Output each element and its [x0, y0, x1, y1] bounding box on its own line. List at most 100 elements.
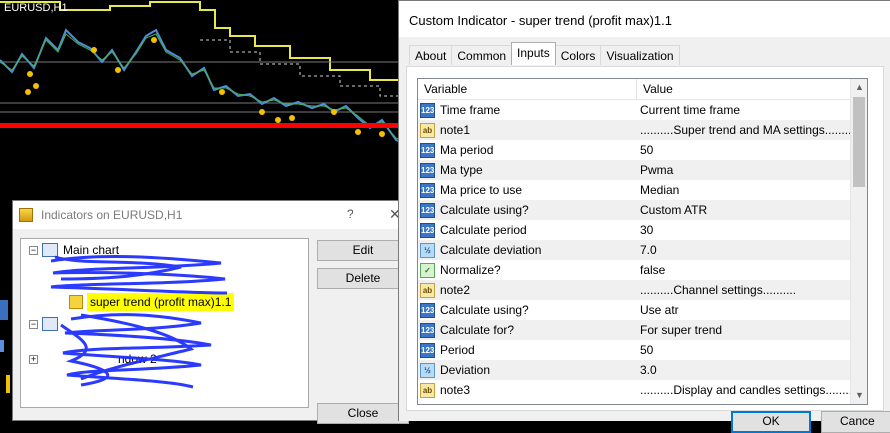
variable-cell: 123 Ma type	[418, 162, 637, 178]
grid-row[interactable]: 123 Ma type Pwma	[418, 160, 867, 180]
value-cell[interactable]: Use atr	[637, 303, 679, 317]
tab-bar: About Common Inputs Colors Visualization	[409, 42, 680, 65]
scroll-down-icon[interactable]: ▼	[851, 387, 867, 404]
variable-name: Normalize?	[440, 263, 501, 277]
tab-common[interactable]: Common	[451, 45, 513, 65]
expand-icon[interactable]: +	[29, 354, 38, 364]
variable-cell: ab note3	[418, 382, 637, 398]
tab-visualization[interactable]: Visualization	[600, 45, 680, 65]
variable-name: Ma price to use	[440, 183, 523, 197]
variable-cell: ½ Calculate deviation	[418, 242, 637, 258]
variable-name: Period	[440, 343, 475, 357]
inputs-grid[interactable]: Variable Value 123 Time frame Current time…	[417, 78, 868, 405]
variable-name: Calculate using?	[440, 303, 529, 317]
value-cell[interactable]: 50	[637, 143, 653, 157]
header-value[interactable]: Value	[637, 79, 673, 99]
grid-row[interactable]: ½ Deviation 3.0	[418, 360, 867, 380]
grid-row[interactable]: 123 Calculate for? For super trend	[418, 320, 867, 340]
inputs-panel: Variable Value 123 Time frame Current time…	[406, 66, 884, 411]
value-cell[interactable]: For super trend	[637, 323, 722, 337]
variable-name: Calculate using?	[440, 203, 529, 217]
vertical-scrollbar[interactable]: ▲ ▼	[850, 79, 867, 404]
grid-row[interactable]: 123 Period 50	[418, 340, 867, 360]
variable-cell: ab note1	[418, 122, 637, 138]
int-icon: 123	[420, 182, 435, 198]
indicators-titlebar[interactable]: Indicators on EURUSD,H1 ? ✕	[13, 201, 406, 229]
int-icon: 123	[420, 302, 435, 318]
string-icon: ab	[420, 122, 435, 138]
value-cell[interactable]: Current time frame	[637, 103, 740, 117]
grid-row[interactable]: 123 Ma period 50	[418, 140, 867, 160]
variable-cell: 123 Ma price to use	[418, 182, 637, 198]
grid-row[interactable]: 123 Calculate using? Use atr	[418, 300, 867, 320]
bool-icon: ✓	[420, 262, 435, 278]
value-cell[interactable]: 7.0	[637, 243, 657, 257]
grid-row[interactable]: ab note1 ..........Super trend and MA sett…	[418, 120, 867, 140]
variable-cell: 123 Calculate using?	[418, 302, 637, 318]
collapse-icon[interactable]: −	[29, 319, 38, 329]
variable-cell: ab note2	[418, 282, 637, 298]
double-icon: ½	[420, 242, 435, 258]
int-icon: 123	[420, 322, 435, 338]
scroll-up-icon[interactable]: ▲	[851, 79, 867, 96]
variable-cell: 123 Calculate period	[418, 222, 637, 238]
variable-cell: 123 Time frame	[418, 102, 637, 118]
chart-symbol-label: EURUSD,H1	[4, 2, 68, 14]
red-level-line[interactable]	[0, 123, 410, 128]
help-button[interactable]: ?	[347, 207, 354, 221]
indicators-dialog: Indicators on EURUSD,H1 ? ✕ − Main chart…	[12, 200, 409, 424]
value-cell[interactable]: 30	[637, 223, 653, 237]
edit-button[interactable]: Edit	[317, 240, 409, 261]
variable-name: note1	[440, 123, 471, 137]
double-icon: ½	[420, 362, 435, 378]
variable-cell: 123 Calculate using?	[418, 202, 637, 218]
variable-name: Calculate deviation	[440, 243, 542, 257]
grid-row[interactable]: 123 Ma price to use Median	[418, 180, 867, 200]
custom-indicator-dialog: Custom Indicator - super trend (profit m…	[398, 0, 890, 433]
grid-row[interactable]: ab note2 ..........Channel settings.......…	[418, 280, 867, 300]
string-icon: ab	[420, 382, 435, 398]
value-cell[interactable]: ..........Channel settings..........	[637, 283, 796, 297]
value-cell[interactable]: ..........Display and candles settings..…	[637, 383, 859, 397]
variable-name: Time frame	[440, 103, 501, 117]
value-cell[interactable]: false	[637, 263, 665, 277]
indicators-tree[interactable]: − Main chart super trend (profit max)1.1…	[20, 238, 309, 408]
value-cell[interactable]: ..........Super trend and MA settings...…	[637, 123, 858, 137]
header-variable[interactable]: Variable	[418, 79, 637, 99]
grid-row[interactable]: 123 Time frame Current time frame	[418, 100, 867, 120]
scroll-thumb[interactable]	[853, 97, 865, 187]
value-cell[interactable]: 3.0	[637, 363, 657, 377]
variable-cell: 123 Calculate for?	[418, 322, 637, 338]
scribble-redaction	[50, 255, 228, 389]
tab-about[interactable]: About	[409, 45, 453, 65]
tab-colors[interactable]: Colors	[554, 45, 602, 65]
grid-row[interactable]: ab note3 ..........Display and candles set…	[418, 380, 867, 400]
collapse-icon[interactable]: −	[29, 245, 38, 255]
delete-button[interactable]: Delete	[317, 268, 409, 289]
grid-row[interactable]: 123 Calculate using? Custom ATR	[418, 200, 867, 220]
value-cell[interactable]: Custom ATR	[637, 203, 707, 217]
variable-name: Deviation	[440, 363, 491, 377]
int-icon: 123	[420, 102, 435, 118]
tab-inputs[interactable]: Inputs	[511, 42, 556, 65]
grid-header: Variable Value	[418, 79, 867, 100]
indicators-title: Indicators on EURUSD,H1	[41, 208, 183, 222]
variable-name: Ma period	[440, 143, 494, 157]
grid-body: 123 Time frame Current time frame ab note1..…	[418, 100, 867, 400]
variable-name: note2	[440, 283, 471, 297]
app-icon	[19, 208, 33, 222]
int-icon: 123	[420, 162, 435, 178]
ok-button[interactable]: OK	[731, 411, 811, 433]
grid-row[interactable]: ½ Calculate deviation 7.0	[418, 240, 867, 260]
value-cell[interactable]: Median	[637, 183, 679, 197]
value-cell[interactable]: 50	[637, 343, 653, 357]
value-cell[interactable]: Pwma	[637, 163, 673, 177]
grid-row[interactable]: 123 Calculate period 30	[418, 220, 867, 240]
cancel-button[interactable]: Cance	[821, 411, 890, 433]
int-icon: 123	[420, 342, 435, 358]
string-icon: ab	[420, 282, 435, 298]
custom-titlebar[interactable]: Custom Indicator - super trend (profit m…	[399, 1, 890, 37]
grid-row[interactable]: ✓ Normalize? false	[418, 260, 867, 280]
int-icon: 123	[420, 202, 435, 218]
variable-name: Calculate for?	[440, 323, 515, 337]
